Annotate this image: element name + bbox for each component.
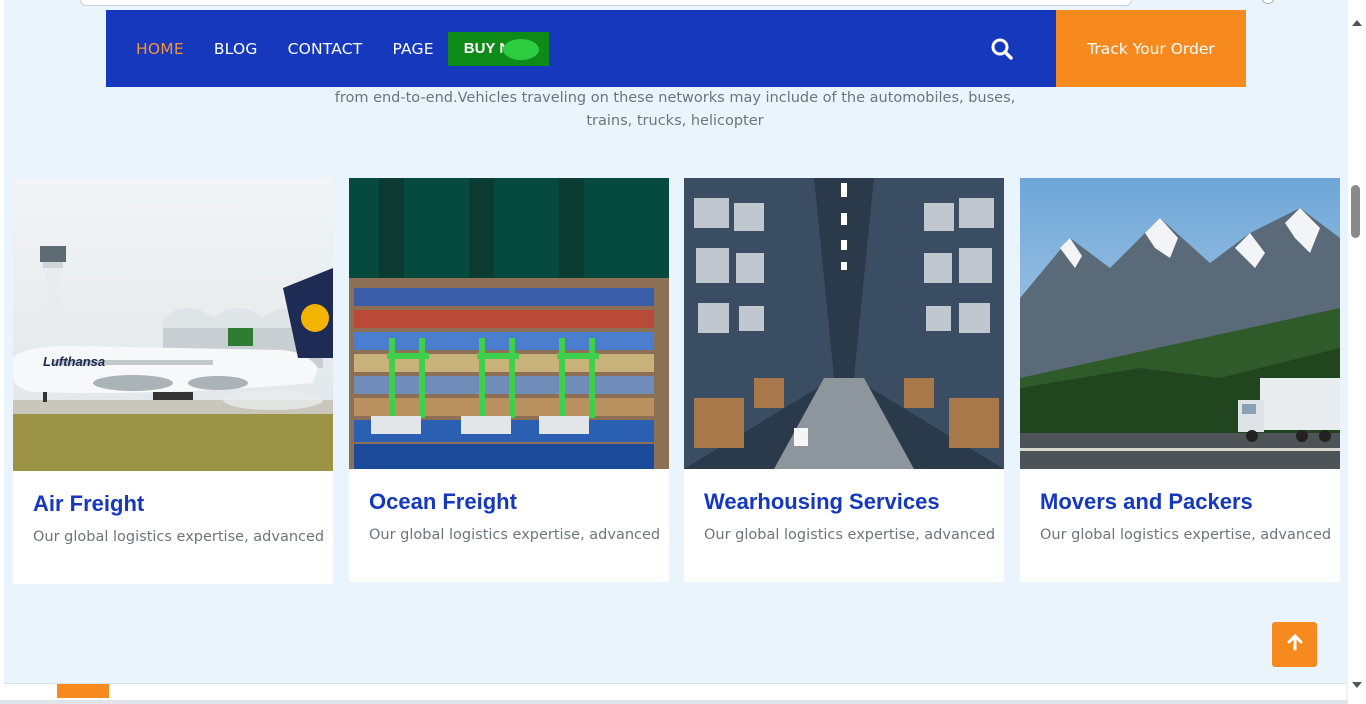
search-icon[interactable] xyxy=(990,37,1014,61)
card-body: Ocean Freight Our global logistics exper… xyxy=(349,469,669,581)
card-description: Our global logistics expertise, advanced xyxy=(33,529,325,545)
card-body: Air Freight Our global logistics experti… xyxy=(13,471,333,583)
page-left-edge xyxy=(0,0,4,704)
mountain-truck-photo xyxy=(1020,178,1340,469)
nav-item-contact[interactable]: CONTACT xyxy=(288,40,363,58)
warehouse-photo xyxy=(684,178,1004,469)
nav-item-blog[interactable]: BLOG xyxy=(214,40,258,58)
nav-links: HOME BLOG CONTACT PAGE BUY N xyxy=(136,31,549,66)
service-card-air-freight[interactable]: Lufthansa Air Freight Our global logisti… xyxy=(13,178,333,584)
browser-control-fragment xyxy=(1262,0,1274,4)
footer-accent-bar xyxy=(57,684,109,698)
track-order-button[interactable]: Track Your Order xyxy=(1056,10,1246,87)
card-title[interactable]: Air Freight xyxy=(33,491,313,517)
nav-item-home[interactable]: HOME xyxy=(136,40,184,58)
scrollbar-up-arrow-icon[interactable] xyxy=(1352,20,1362,26)
buy-now-button[interactable]: BUY N xyxy=(447,31,549,66)
browser-address-bar-fragment xyxy=(80,0,1132,6)
card-description: Our global logistics expertise, advanced xyxy=(369,527,661,543)
card-description: Our global logistics expertise, advanced xyxy=(1040,527,1332,543)
card-body: Wearhousing Services Our global logistic… xyxy=(684,469,1004,581)
card-title[interactable]: Movers and Packers xyxy=(1040,489,1320,515)
vertical-scrollbar[interactable] xyxy=(1348,0,1366,704)
scroll-to-top-button[interactable] xyxy=(1272,622,1317,667)
intro-text-line-1: from end-to-end.Vehicles traveling on th… xyxy=(334,90,1016,106)
service-card-wearhousing[interactable]: Wearhousing Services Our global logistic… xyxy=(684,178,1004,582)
redaction-blob xyxy=(502,38,539,60)
scrollbar-thumb[interactable] xyxy=(1351,185,1360,238)
card-description: Our global logistics expertise, advanced xyxy=(704,527,996,543)
service-card-movers-packers[interactable]: Movers and Packers Our global logistics … xyxy=(1020,178,1340,582)
main-navbar: HOME BLOG CONTACT PAGE BUY N xyxy=(106,10,1056,87)
service-card-ocean-freight[interactable]: Ocean Freight Our global logistics exper… xyxy=(349,178,669,582)
svg-text:Lufthansa: Lufthansa xyxy=(43,354,105,369)
card-title[interactable]: Ocean Freight xyxy=(369,489,649,515)
card-title[interactable]: Wearhousing Services xyxy=(704,489,984,515)
card-body: Movers and Packers Our global logistics … xyxy=(1020,469,1340,581)
nav-item-page[interactable]: PAGE xyxy=(392,40,433,58)
browser-bottom-edge xyxy=(0,700,1366,704)
scrollbar-down-arrow-icon[interactable] xyxy=(1352,682,1362,688)
intro-text-line-2: trains, trucks, helicopter xyxy=(586,113,764,129)
intro-text: from end-to-end.Vehicles traveling on th… xyxy=(330,87,1020,133)
arrow-up-icon xyxy=(1286,633,1304,656)
container-port-photo xyxy=(349,178,669,469)
airplane-photo: Lufthansa xyxy=(13,178,333,471)
